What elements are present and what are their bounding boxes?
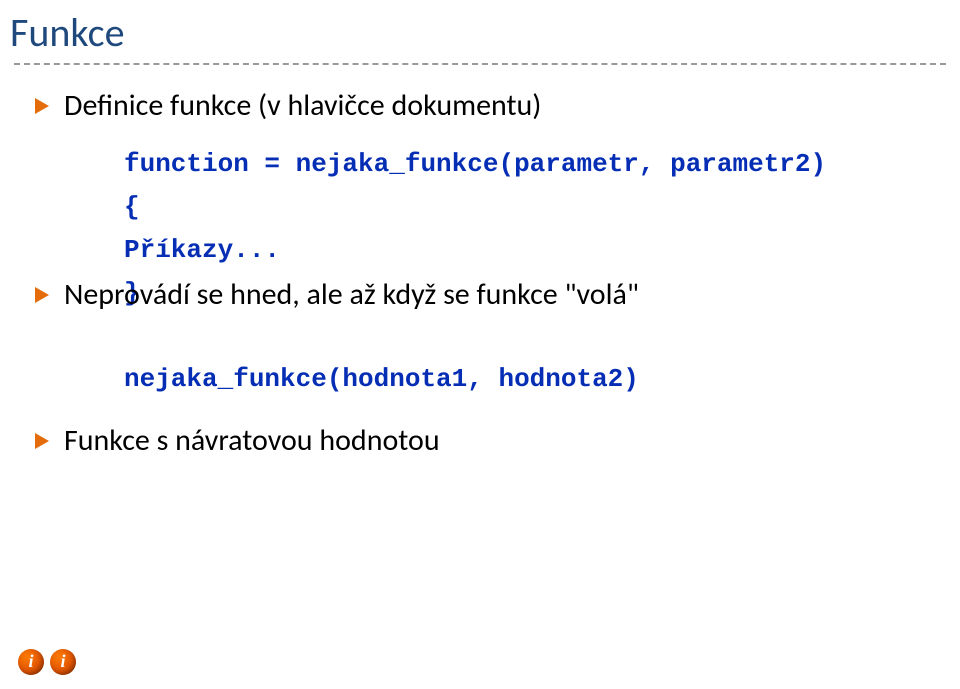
play-bullet-icon (34, 97, 50, 120)
code-line: { (124, 190, 930, 225)
overlap-row: } Neprovádí se hned, ale až když se funk… (34, 276, 930, 316)
bullet-text: Funkce s návratovou hodnotou (64, 422, 440, 460)
bullet-text-rest: provádí se hned, ale až když se funkce "… (98, 276, 639, 313)
footer-icons: i i (18, 649, 76, 675)
bullet-item: Neprovádí se hned, ale až když se funkce… (34, 276, 639, 314)
play-bullet-icon (34, 432, 50, 455)
bullet-text: Neprovádí se hned, ale až když se funkce… (64, 276, 639, 314)
slide: Funkce Definice funkce (v hlavičce dokum… (0, 0, 960, 689)
spacer (34, 328, 930, 358)
page-title: Funkce (10, 8, 950, 57)
play-bullet-icon (34, 286, 50, 309)
code-line: Příkazy... (124, 233, 930, 268)
title-wrap: Funkce (0, 0, 960, 61)
info-glyph: i (60, 652, 65, 670)
info-icon: i (18, 649, 44, 675)
bullet-item: Funkce s návratovou hodnotou (34, 422, 930, 460)
divider (14, 63, 946, 65)
info-glyph: i (28, 652, 33, 670)
bullet-item: Definice funkce (v hlavičce dokumentu) (34, 87, 930, 125)
info-icon: i (50, 649, 76, 675)
bullet-text: Definice funkce (v hlavičce dokumentu) (64, 87, 541, 125)
code-line: function = nejaka_funkce(parametr, param… (124, 147, 930, 182)
bullet-text-prefix: Ne (64, 276, 98, 313)
slide-body: Definice funkce (v hlavičce dokumentu) f… (0, 87, 960, 459)
code-line: nejaka_funkce(hodnota1, hodnota2) (124, 364, 930, 394)
